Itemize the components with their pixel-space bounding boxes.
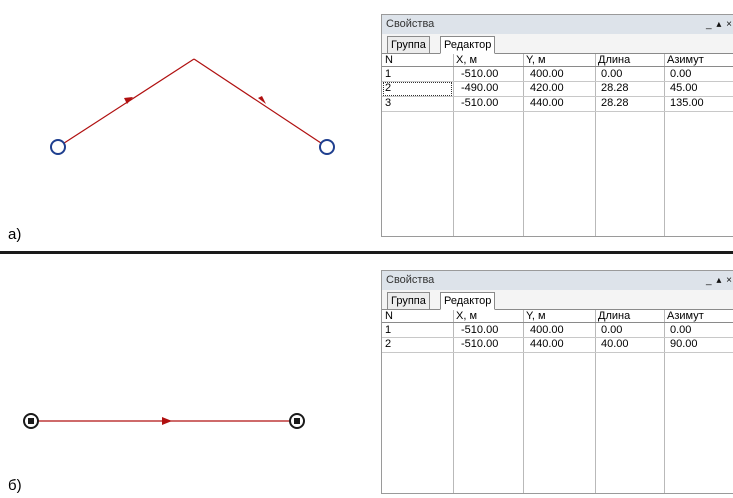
panel-title-bar: Свойства _ ▴ × [382, 15, 733, 34]
properties-panel-b: Свойства _ ▴ × Группа Редактор N X, м Y,… [381, 270, 733, 494]
focused-cell-outline [383, 82, 452, 96]
tab-editor[interactable]: Редактор [440, 292, 496, 310]
table-header: N X, м Y, м Длина Азимут [382, 54, 733, 67]
panel-tabs: Группа Редактор [382, 290, 733, 310]
column-header[interactable]: Азимут [664, 54, 704, 67]
panel-window-controls[interactable]: _ ▴ × [706, 271, 733, 290]
table-header: N X, м Y, м Длина Азимут [382, 310, 733, 323]
direction-arrow-icon [162, 417, 172, 425]
figure-divider [0, 251, 733, 254]
panel-tabs: Группа Редактор [382, 34, 733, 54]
column-header[interactable]: N [382, 54, 393, 67]
column-header[interactable]: Длина [595, 54, 630, 67]
tab-group[interactable]: Группа [387, 36, 430, 54]
vertex-table: N X, м Y, м Длина Азимут 1 -510.00 400.0… [382, 54, 733, 236]
polyline-b [23, 413, 305, 429]
tab-group[interactable]: Группа [387, 292, 430, 310]
tab-editor[interactable]: Редактор [440, 36, 496, 54]
vertex-selected-marker [294, 418, 300, 424]
column-header[interactable]: Азимут [664, 310, 704, 323]
column-header[interactable]: Y, м [523, 310, 546, 323]
figure-b-label: б) [8, 477, 22, 494]
column-header[interactable]: X, м [453, 54, 477, 67]
column-header[interactable]: Y, м [523, 54, 546, 67]
vertex-start-icon[interactable] [50, 139, 66, 155]
segment-2 [193, 58, 328, 148]
properties-panel-a: Свойства _ ▴ × Группа Редактор N X, м Y,… [381, 14, 733, 237]
panel-title: Свойства [386, 18, 435, 30]
table-row[interactable]: 1 -510.00 400.00 0.00 0.00 [382, 68, 733, 81]
panel-title: Свойства [386, 274, 435, 286]
vertex-end-icon[interactable] [319, 139, 335, 155]
polyline-a [50, 58, 335, 155]
panel-window-controls[interactable]: _ ▴ × [706, 15, 733, 34]
figure-a-label: а) [8, 226, 22, 243]
table-row[interactable]: 2 -510.00 440.00 40.00 90.00 [382, 338, 733, 351]
table-row[interactable]: 3 -510.00 440.00 28.28 135.00 [382, 97, 733, 110]
segment-1 [57, 58, 195, 148]
column-header[interactable]: X, м [453, 310, 477, 323]
panel-title-bar: Свойства _ ▴ × [382, 271, 733, 290]
column-header[interactable]: Длина [595, 310, 630, 323]
vertex-selected-marker [28, 418, 34, 424]
table-row[interactable]: 1 -510.00 400.00 0.00 0.00 [382, 324, 733, 337]
vertex-table: N X, м Y, м Длина Азимут 1 -510.00 400.0… [382, 310, 733, 493]
column-header[interactable]: N [382, 310, 393, 323]
